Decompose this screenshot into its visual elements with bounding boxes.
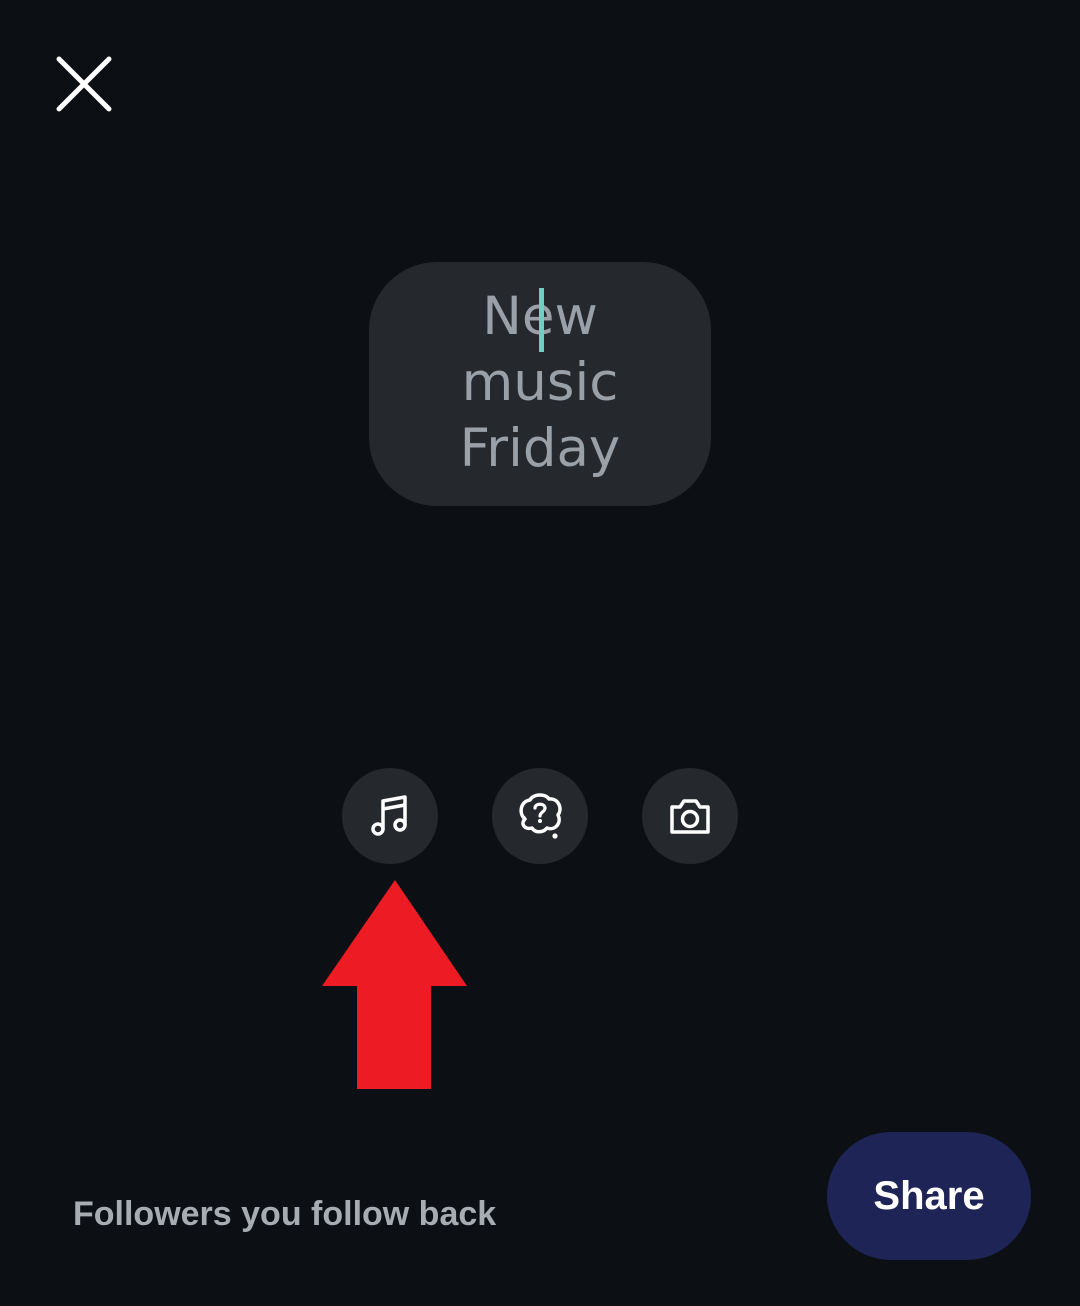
close-icon — [56, 56, 112, 112]
add-photo-button[interactable] — [642, 768, 738, 864]
add-music-button[interactable] — [342, 768, 438, 864]
add-question-button[interactable] — [492, 768, 588, 864]
note-bubble-tail — [430, 494, 630, 508]
close-button[interactable] — [50, 50, 118, 118]
share-button[interactable]: Share — [827, 1132, 1031, 1260]
text-caret — [539, 288, 544, 352]
audience-selector[interactable]: Followers you follow back — [73, 1192, 496, 1236]
music-note-icon — [371, 795, 407, 836]
note-bubble[interactable]: New music Friday — [369, 262, 711, 506]
camera-icon — [670, 799, 710, 834]
question-bubble-icon — [519, 793, 562, 839]
note-tools — [342, 768, 738, 864]
red-arrow-up-icon — [322, 880, 467, 1089]
